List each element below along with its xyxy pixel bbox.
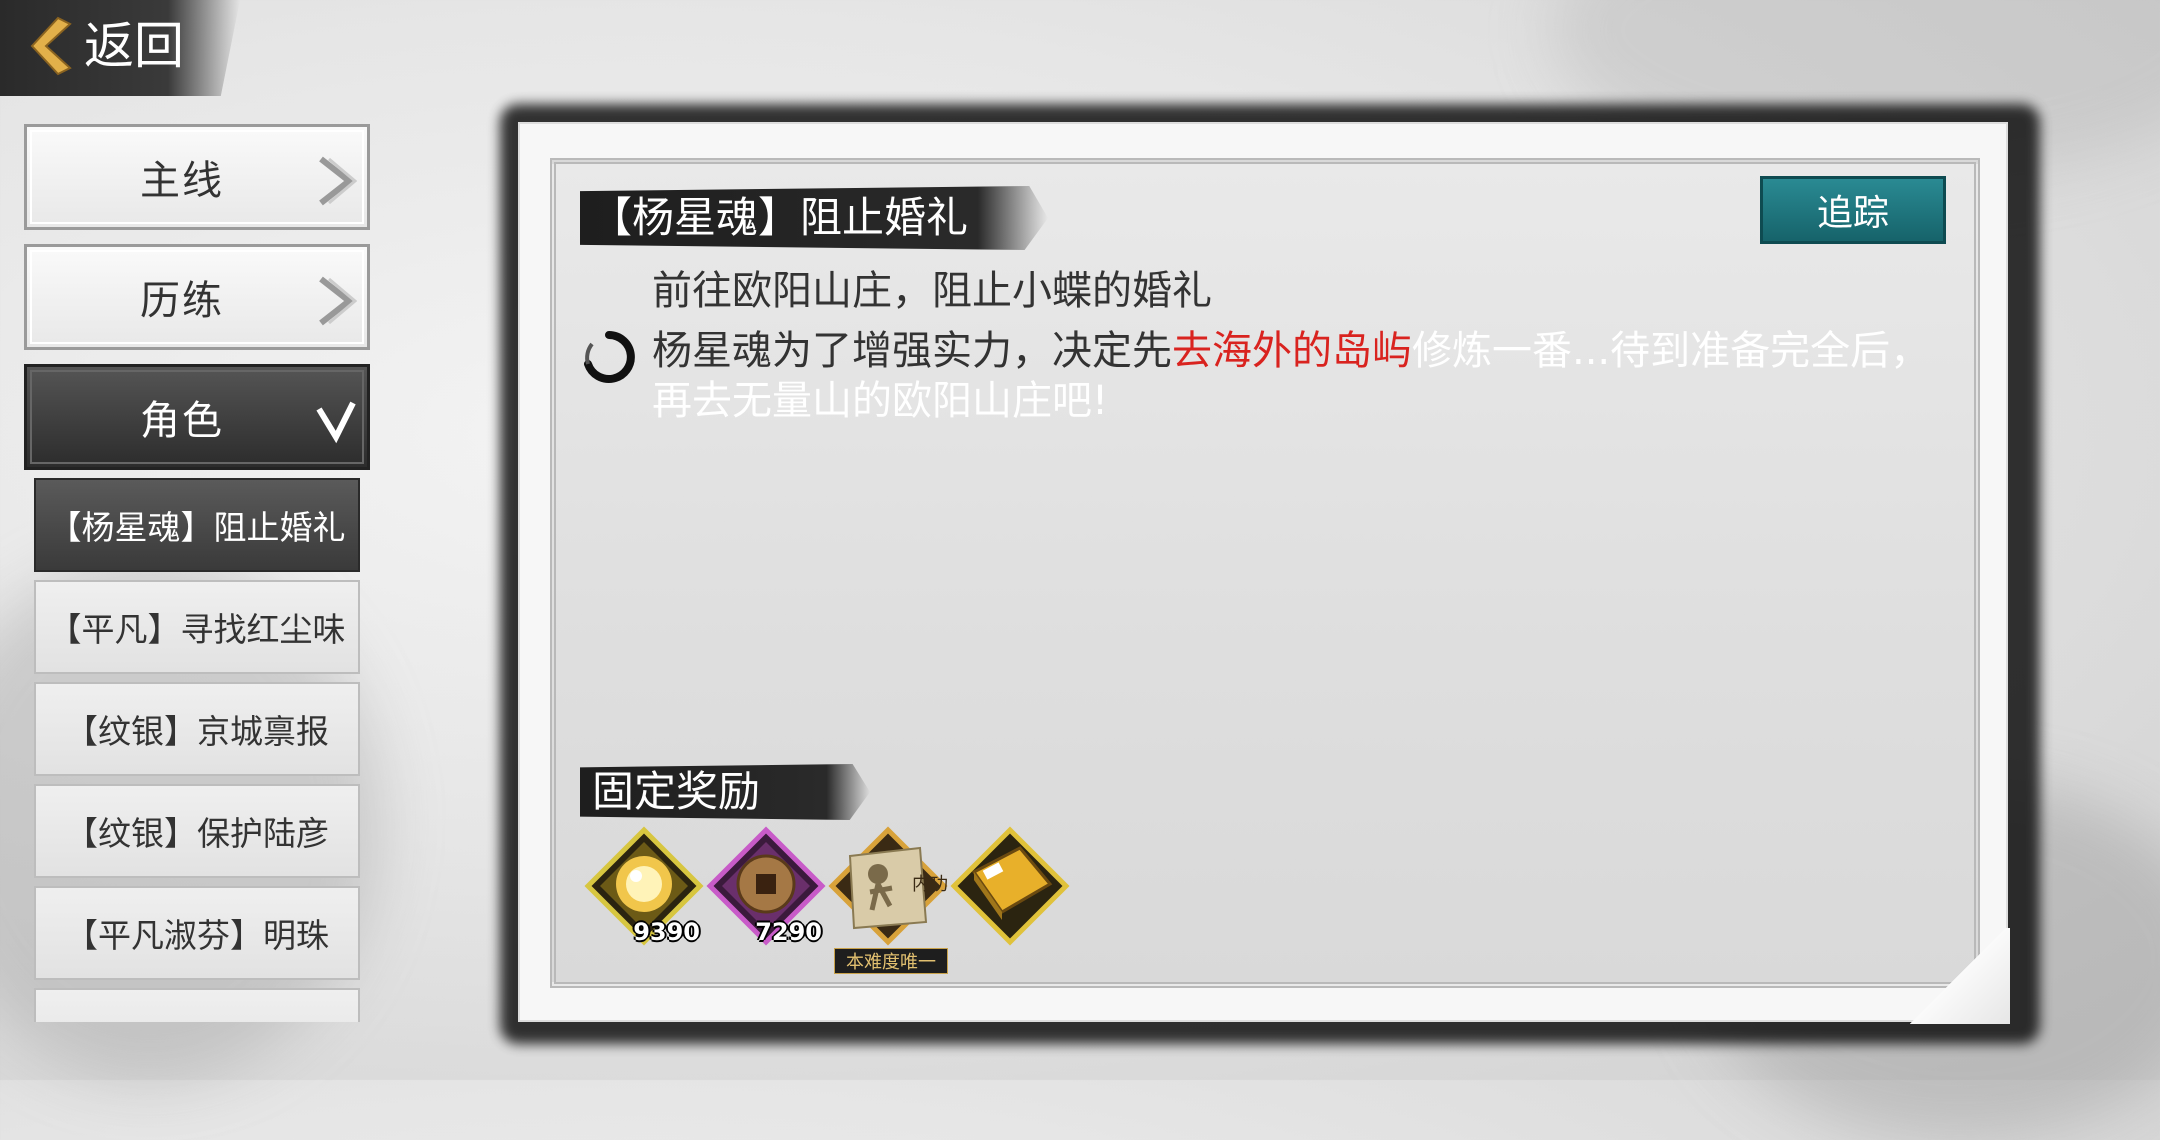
- back-button[interactable]: 返回: [0, 0, 240, 96]
- category-training[interactable]: 历练: [24, 244, 370, 350]
- reward-item[interactable]: 内功: [828, 826, 948, 946]
- chevron-left-icon: [30, 16, 72, 76]
- track-button[interactable]: 追踪: [1760, 176, 1946, 244]
- quest-list[interactable]: 【杨星魂】阻止婚礼 【平凡】寻找红尘味 【纹银】京城禀报 【纹银】保护陆彦 【平…: [34, 478, 360, 1022]
- quest-item[interactable]: 【平凡淑芬】明珠: [34, 886, 360, 980]
- quest-item[interactable]: 【纹银】京城禀报: [34, 682, 360, 776]
- chevron-right-icon: [319, 276, 357, 326]
- chevron-down-icon: [316, 401, 356, 444]
- category-label: 历练: [140, 278, 224, 324]
- quest-item[interactable]: 【纹银】保护陆彦: [34, 784, 360, 878]
- category-character[interactable]: 角色: [24, 364, 370, 470]
- quest-item[interactable]: 【平凡】寻找红尘味: [34, 580, 360, 674]
- quest-goal: 前往欧阳山庄，阻止小蝶的婚礼: [652, 268, 1212, 314]
- reward-title: 固定奖励: [592, 767, 761, 816]
- reward-item[interactable]: 9390: [584, 826, 704, 946]
- martial-scroll-icon: 内功: [828, 826, 948, 946]
- quest-item-partial[interactable]: [34, 988, 360, 1022]
- quest-title: 【杨星魂】阻止婚礼: [590, 193, 969, 242]
- desc-text: 杨星魂为了增强实力，决定先: [652, 328, 1172, 374]
- unique-tag: 本难度唯一: [834, 948, 948, 974]
- back-label: 返回: [84, 17, 184, 75]
- quest-description: 杨星魂为了增强实力，决定先去海外的岛屿修炼一番...待到准备完全后，再去无量山的…: [652, 326, 1962, 426]
- reward-count: 7290: [755, 918, 822, 946]
- scroll-caption: 内功: [912, 874, 948, 894]
- in-progress-icon: [584, 331, 635, 383]
- reward-item[interactable]: [950, 826, 1070, 946]
- category-label: 主线: [140, 158, 224, 204]
- reward-item[interactable]: 7290: [706, 826, 826, 946]
- reward-count: 9390: [633, 918, 700, 946]
- category-main-story[interactable]: 主线: [24, 124, 370, 230]
- golden-book-icon: [950, 826, 1070, 946]
- chevron-right-icon: [319, 156, 357, 206]
- desc-highlight: 去海外的岛屿: [1172, 328, 1412, 374]
- quest-item[interactable]: 【杨星魂】阻止婚礼: [34, 478, 360, 572]
- category-label: 角色: [140, 398, 224, 444]
